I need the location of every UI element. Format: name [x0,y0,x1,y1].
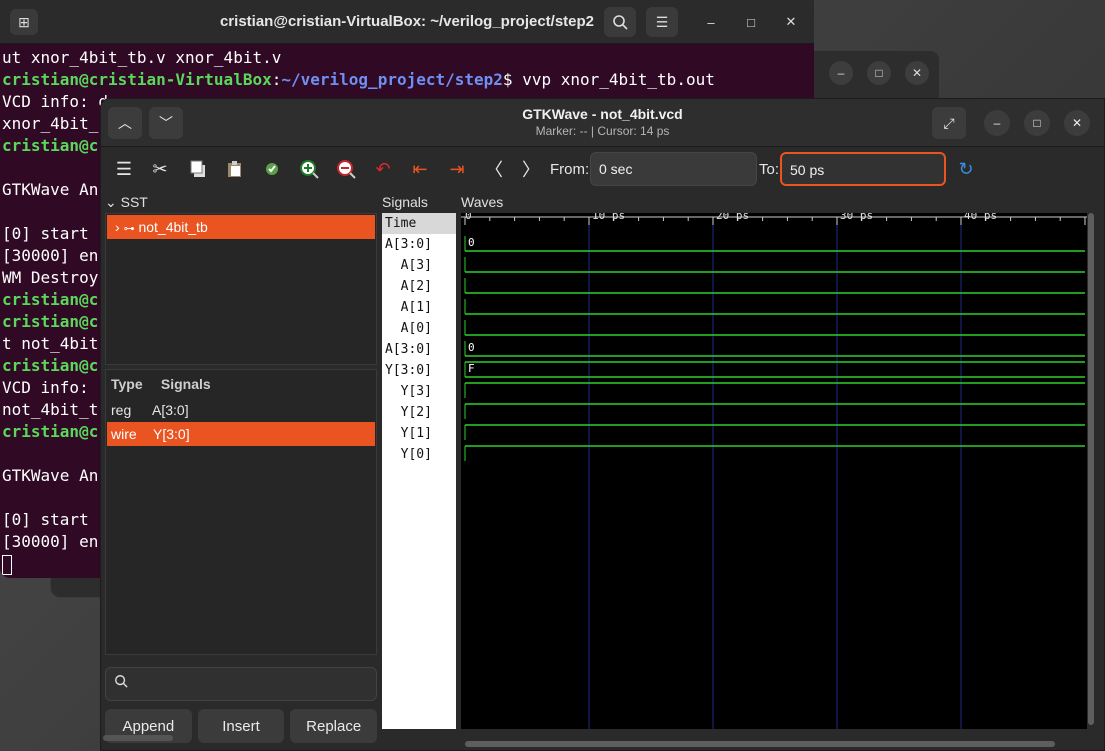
zoom-out-icon[interactable] [332,155,360,183]
signals-panel: Signals Time A[3:0] A[3] A[2] A[1] A[0] A[… [382,191,456,731]
from-input[interactable]: 0 sec [590,152,757,186]
time-tick-label: 10 ps [592,213,625,222]
close-icon[interactable]: ✕ [1064,110,1090,136]
waves-panel: Waves 010 ps20 ps30 ps40 ps5000F [461,191,1101,739]
signal-row[interactable]: Y[3] [382,381,456,402]
insert-button[interactable]: Insert [197,709,285,743]
next-icon[interactable]: 〉 [517,155,545,183]
signal-row[interactable]: Y[2] [382,402,456,423]
signal-row[interactable]: Y[3:0] [382,360,456,381]
jump-to-start-icon[interactable]: ⇤ [406,155,434,183]
time-tick-label: 0 [465,213,472,222]
bus-value-label: 0 [468,341,475,354]
to-input[interactable]: 50 ps [780,152,946,186]
reload-icon[interactable]: ↻ [952,155,980,183]
terminal-title: cristian@cristian-VirtualBox: ~/verilog_… [219,13,595,30]
maximize-button[interactable]: □ [867,61,891,85]
terminal-line: cristian@cristian-VirtualBox:~/verilog_p… [2,70,715,89]
hamburger-menu-icon[interactable]: ☰ [646,7,678,37]
terminal-cursor [2,554,12,575]
waves-label: Waves [461,194,504,210]
signals-list[interactable]: Time A[3:0] A[3] A[2] A[1] A[0] A[3:0] Y[3:… [382,213,456,729]
gtkwave-header: ︿ ﹀ GTKWave - not_4bit.vcd Marker: -- | … [101,99,1104,147]
maximize-icon[interactable]: □ [739,10,763,34]
signals-column-header: Signals [160,376,211,392]
menu-icon[interactable]: ☰ [110,155,138,183]
search-icon[interactable] [604,7,636,37]
signal-row[interactable]: A[1] [382,297,456,318]
terminal-header: ⊞ cristian@cristian-VirtualBox: ~/verilo… [0,0,814,44]
select-all-icon[interactable] [258,155,286,183]
sst-panel: ⌄ SST › ⊶ not_4bit_tb Type Signals reg A[… [105,191,378,743]
close-button[interactable]: ✕ [905,61,929,85]
previous-icon[interactable]: 〈 [480,155,508,183]
paste-icon[interactable] [221,155,249,183]
time-tick-label: 30 ps [840,213,873,222]
minimize-icon[interactable]: – [699,10,723,34]
signal-row[interactable]: Y[1] [382,423,456,444]
signal-row[interactable]: A[3:0] [382,234,456,255]
minimize-button[interactable]: – [829,61,853,85]
waveform-svg[interactable]: 010 ps20 ps30 ps40 ps5000F [461,209,1101,729]
close-icon[interactable]: ✕ [779,10,803,34]
fullscreen-icon[interactable]: ⤢ [932,107,966,139]
signal-row[interactable]: Y[0] [382,444,456,465]
signals-scrollbar[interactable] [103,735,173,741]
bus-value-label: 0 [468,236,475,249]
time-tick-label: 20 ps [716,213,749,222]
list-item[interactable]: wire Y[3:0] [107,422,375,446]
sst-label[interactable]: ⌄ SST [105,191,377,213]
signal-types-list: Type Signals reg A[3:0] wire Y[3:0] [105,369,377,655]
zoom-in-icon[interactable] [295,155,323,183]
search-input[interactable] [105,667,377,701]
to-label: To: [759,161,780,178]
jump-to-end-icon[interactable]: ⇥ [443,155,471,183]
signal-row[interactable]: A[2] [382,276,456,297]
signal-row[interactable]: A[0] [382,318,456,339]
signals-label: Signals [382,194,428,210]
type-column-header: Type [111,376,143,392]
waves-horizontal-scrollbar[interactable] [465,741,1055,747]
list-item[interactable]: reg A[3:0] [106,398,376,422]
waves-vertical-scrollbar[interactable] [1088,213,1094,725]
minimize-icon[interactable]: – [984,110,1010,136]
tree-item-not-4bit-tb[interactable]: › ⊶ not_4bit_tb [107,215,375,239]
maximize-icon[interactable]: □ [1024,110,1050,136]
hierarchy-icon: ⊶ [123,223,135,235]
bus-value-label: F [468,362,475,375]
signal-row[interactable]: A[3:0] [382,339,456,360]
gtkwave-window: ︿ ﹀ GTKWave - not_4bit.vcd Marker: -- | … [100,98,1105,751]
sst-tree: › ⊶ not_4bit_tb [105,213,377,365]
copy-icon[interactable] [184,155,212,183]
signal-row[interactable]: A[3] [382,255,456,276]
waves-canvas[interactable]: 010 ps20 ps30 ps40 ps5000F [461,209,1101,729]
replace-button[interactable]: Replace [290,709,378,743]
cut-icon[interactable]: ✂ [146,155,174,183]
time-tick-label: 40 ps [964,213,997,222]
terminal-line: ut xnor_4bit_tb.v xnor_4bit.v [2,48,282,67]
from-label: From: [550,161,590,178]
time-row[interactable]: Time [382,213,456,234]
search-icon [114,674,128,693]
toolbar: ☰ ✂ ↶ ⇤ ⇥ 〈 〉 From: 0 sec To: 50 ps ↻ [101,147,1104,191]
undo-icon[interactable]: ↶ [369,155,397,183]
